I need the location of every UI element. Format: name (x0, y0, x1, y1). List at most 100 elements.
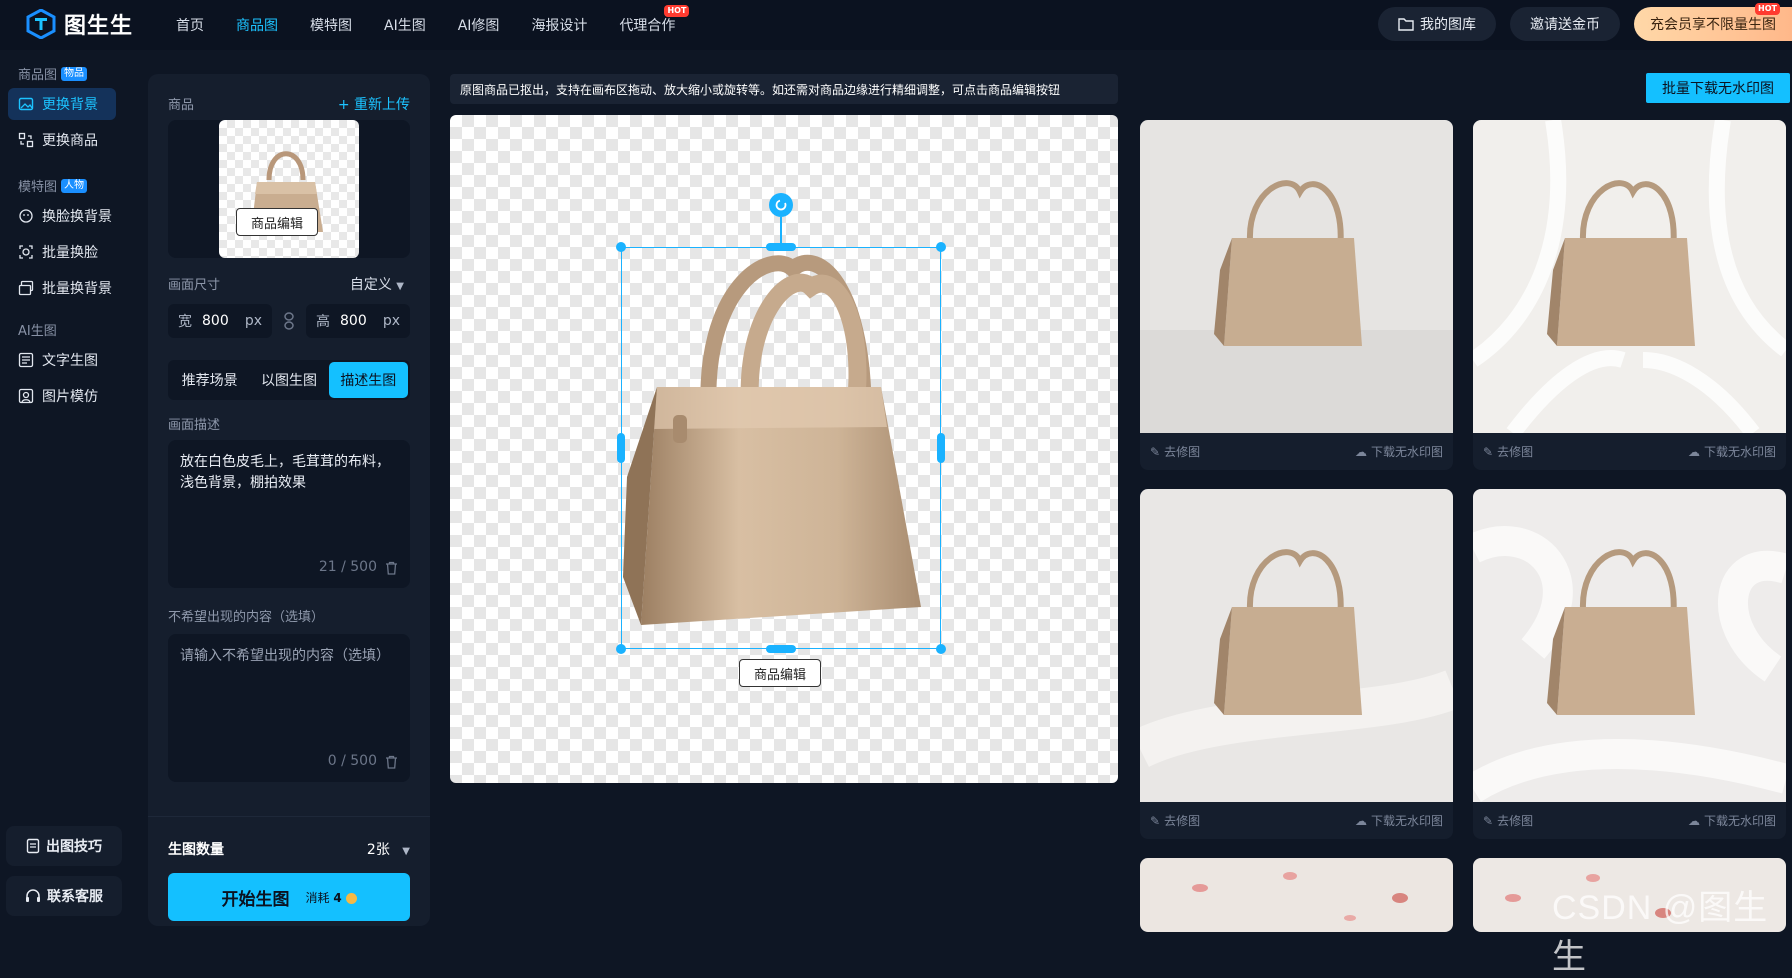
resize-handle-left[interactable] (617, 433, 625, 463)
result-image[interactable] (1473, 489, 1786, 802)
editing-canvas[interactable]: 商品编辑 (450, 115, 1118, 783)
resize-handle-top-left[interactable] (616, 242, 626, 252)
contact-support-button[interactable]: 联系客服 (6, 876, 122, 916)
sidebar-item-batch-background[interactable]: 批量换背景 (8, 272, 116, 304)
invite-button[interactable]: 邀请送金币 (1510, 7, 1620, 41)
edit-icon: ✎ (1483, 813, 1494, 828)
nav-agency[interactable]: 代理合作 HOT (619, 5, 690, 35)
tab-image-to-image[interactable]: 以图生图 (249, 362, 328, 398)
download-button[interactable]: ☁ 下载无水印图 (1355, 812, 1443, 829)
section-title: AI生图 (18, 324, 57, 339)
width-field[interactable]: 宽 800 px (168, 304, 272, 338)
size-mode-dropdown[interactable]: 自定义 ▼ (350, 274, 404, 294)
sidebar-item-image-imitate[interactable]: 图片模仿 (8, 380, 116, 412)
thumbnail-edit-button[interactable]: 商品编辑 (236, 208, 319, 236)
sidebar-item-batch-face[interactable]: 批量换脸 (8, 236, 116, 268)
cloud-download-icon: ☁ (1354, 813, 1367, 828)
my-library-label: 我的图库 (1420, 17, 1476, 33)
tab-description-to-image[interactable]: 描述生图 (328, 362, 408, 398)
result-card[interactable] (1140, 858, 1453, 932)
retouch-button[interactable]: ✎ 去修图 (1483, 812, 1533, 829)
trash-icon[interactable] (385, 755, 398, 769)
logo-icon (26, 9, 56, 39)
resize-handle-bottom-left[interactable] (616, 644, 626, 654)
reupload-button[interactable]: + 重新上传 (338, 94, 410, 114)
result-card[interactable]: ✎ 去修图 ☁ 下载无水印图 (1473, 120, 1786, 470)
sidebar-item-text-to-image[interactable]: 文字生图 (8, 344, 116, 376)
result-card[interactable]: ✎ 去修图 ☁ 下载无水印图 (1140, 120, 1453, 470)
negative-prompt-textarea[interactable]: 请输入不希望出现的内容（选填） 0 / 500 (168, 634, 410, 782)
rotate-handle[interactable] (769, 193, 793, 217)
result-card[interactable]: ✎ 去修图 ☁ 下载无水印图 (1140, 489, 1453, 839)
product-thumbnail[interactable] (219, 120, 359, 258)
retouch-button[interactable]: ✎ 去修图 (1150, 443, 1200, 460)
quantity-label: 生图数量 (168, 842, 224, 858)
logo[interactable]: 图生生 (26, 8, 133, 40)
selection-box[interactable] (621, 247, 941, 649)
description-textarea[interactable]: 放在白色皮毛上，毛茸茸的布料，浅色背景，棚拍效果 21 / 500 (168, 440, 410, 588)
download-label: 下载无水印图 (1370, 814, 1443, 828)
result-actions: ✎ 去修图 ☁ 下载无水印图 (1140, 433, 1453, 470)
section-tag: 物品 (61, 66, 88, 81)
vip-button[interactable]: 充会员享不限量生图 HOT (1634, 3, 1792, 41)
size-mode-value: 自定义 (349, 277, 392, 293)
result-actions: ✎ 去修图 ☁ 下载无水印图 (1473, 433, 1786, 470)
resize-handle-bottom-right[interactable] (936, 644, 946, 654)
sidebar-section-ai: AI生图 (18, 320, 57, 339)
nav-home[interactable]: 首页 (176, 15, 204, 35)
result-image[interactable] (1140, 120, 1453, 433)
download-button[interactable]: ☁ 下载无水印图 (1688, 812, 1776, 829)
quantity-select[interactable]: 2张 ▼ (367, 839, 410, 859)
sidebar-item-label: 更换背景 (42, 97, 98, 113)
download-button[interactable]: ☁ 下载无水印图 (1355, 443, 1443, 460)
description-text: 放在白色皮毛上，毛茸茸的布料，浅色背景，棚拍效果 (180, 454, 390, 491)
width-unit: px (244, 313, 262, 329)
resize-handle-bottom[interactable] (766, 645, 796, 653)
edit-icon: ✎ (1150, 813, 1161, 828)
link-ratio-icon[interactable] (282, 312, 296, 330)
nav-model-image[interactable]: 模特图 (310, 15, 352, 35)
height-field[interactable]: 高 800 px (306, 304, 410, 338)
trash-icon[interactable] (385, 561, 398, 575)
nav-ai-generate[interactable]: AI生图 (384, 15, 426, 35)
size-label: 画面尺寸 (168, 278, 221, 293)
nav-agency-label: 代理合作 (619, 18, 676, 34)
top-bar: 图生生 首页 商品图 模特图 AI生图 AI修图 海报设计 代理合作 HOT 我的… (0, 0, 1792, 50)
sidebar-item-face-background[interactable]: 换脸换背景 (8, 200, 116, 232)
result-image[interactable] (1473, 120, 1786, 433)
brand-name: 图生生 (64, 14, 134, 39)
resize-handle-top[interactable] (766, 243, 796, 251)
vip-hot-badge: HOT (1755, 3, 1780, 15)
retouch-button[interactable]: ✎ 去修图 (1483, 443, 1533, 460)
cost-value: 4 (333, 890, 342, 905)
batch-image-icon (18, 280, 34, 296)
product-edit-button[interactable]: 商品编辑 (739, 659, 822, 687)
retouch-label: 去修图 (1164, 445, 1201, 459)
generate-button[interactable]: 开始生图 消耗 4 (168, 873, 410, 921)
tab-recommended-scene[interactable]: 推荐场景 (170, 362, 249, 398)
description-label: 画面描述 (168, 418, 221, 433)
vip-label: 充会员享不限量生图 (1650, 17, 1776, 33)
batch-face-icon (19, 245, 33, 259)
coin-icon (345, 892, 357, 904)
negative-prompt-label: 不希望出现的内容（选填） (168, 610, 325, 625)
batch-download-button[interactable]: 批量下载无水印图 (1646, 73, 1790, 103)
description-count: 21 / 500 (318, 559, 377, 575)
nav-poster-design[interactable]: 海报设计 (531, 15, 587, 35)
cost-label: 消耗 (305, 890, 330, 905)
result-image[interactable] (1140, 858, 1453, 932)
result-image[interactable] (1140, 489, 1453, 802)
my-library-button[interactable]: 我的图库 (1378, 7, 1496, 41)
download-button[interactable]: ☁ 下载无水印图 (1688, 443, 1776, 460)
tips-button[interactable]: 出图技巧 (6, 826, 122, 866)
edit-icon: ✎ (1483, 444, 1494, 459)
result-card[interactable]: ✎ 去修图 ☁ 下载无水印图 (1473, 489, 1786, 839)
sidebar-item-change-product[interactable]: 更换商品 (8, 124, 116, 156)
sidebar-item-change-background[interactable]: 更换背景 (8, 88, 116, 120)
nav-ai-retouch[interactable]: AI修图 (458, 15, 500, 35)
quantity-value: 2张 (366, 842, 390, 858)
resize-handle-top-right[interactable] (936, 242, 946, 252)
nav-product-image[interactable]: 商品图 (236, 15, 278, 35)
retouch-button[interactable]: ✎ 去修图 (1150, 812, 1200, 829)
resize-handle-right[interactable] (937, 433, 945, 463)
